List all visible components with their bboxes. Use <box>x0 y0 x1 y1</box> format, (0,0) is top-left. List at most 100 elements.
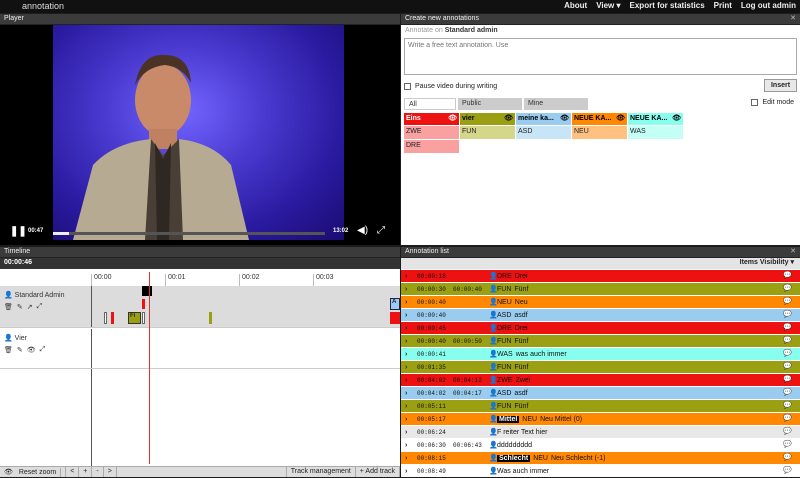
expand-icon[interactable]: › <box>405 299 417 306</box>
comment-icon[interactable]: 💬 <box>783 284 792 292</box>
annotation-mark[interactable] <box>142 286 152 296</box>
expand-icon[interactable]: › <box>405 403 417 410</box>
tab-public[interactable]: Public <box>458 98 522 110</box>
menu-export[interactable]: Export for statistics <box>630 1 705 10</box>
delete-icon[interactable]: 🗑 <box>4 346 13 354</box>
comment-icon[interactable]: 💬 <box>783 336 792 344</box>
annotation-row[interactable]: › 00:01:35 👤 FUN Fünf 💬 <box>401 361 800 373</box>
annotation-row[interactable]: › 00:00:40 👤 ASD asdf 💬 <box>401 309 800 321</box>
label-button[interactable]: ZWE <box>404 126 459 139</box>
comment-icon[interactable]: 💬 <box>783 271 792 279</box>
comment-icon[interactable]: 💬 <box>783 414 792 422</box>
seek-bar[interactable] <box>53 232 325 235</box>
tab-all[interactable]: All <box>404 98 456 110</box>
expand-icon[interactable]: › <box>405 377 417 384</box>
comment-icon[interactable]: 💬 <box>783 310 792 318</box>
expand-icon[interactable]: › <box>405 273 417 280</box>
label-button[interactable]: FUN <box>460 126 515 139</box>
fullscreen-icon[interactable]: ⤢ <box>377 225 385 236</box>
edit-icon[interactable]: ✎ <box>17 346 23 354</box>
annotation-row[interactable]: › 00:04:02 00:04:17 👤 ASD asdf 💬 <box>401 387 800 399</box>
annotation-row[interactable]: › 00:00:41 👤 WAS was auch immer 💬 <box>401 348 800 360</box>
expand-icon[interactable]: › <box>405 416 417 423</box>
annotation-mark[interactable] <box>111 312 114 324</box>
playhead[interactable] <box>149 272 150 464</box>
annotation-row[interactable]: › 00:00:45 👤 DRE Drei 💬 <box>401 322 800 334</box>
expand-icon[interactable]: › <box>405 364 417 371</box>
eye-icon[interactable]: 👁 <box>672 114 681 122</box>
close-icon[interactable]: ✕ <box>790 14 796 22</box>
video-player[interactable]: ❚❚ 00:47 13:02 ◀) ⤢ <box>0 25 400 245</box>
label-button[interactable]: NEU <box>572 126 627 139</box>
annotation-row[interactable]: › 00:00:18 👤 DRE Drei 💬 <box>401 270 800 282</box>
comment-icon[interactable]: 💬 <box>783 375 792 383</box>
annotation-mark[interactable] <box>209 312 212 324</box>
expand-icon[interactable]: › <box>405 442 417 449</box>
track-lane[interactable] <box>91 329 400 368</box>
expand-icon[interactable]: › <box>405 455 417 462</box>
comment-icon[interactable]: 💬 <box>783 453 792 461</box>
menu-logout[interactable]: Log out admin <box>741 1 796 10</box>
category-header[interactable]: Eins 👁 <box>404 113 459 125</box>
annotation-mark[interactable] <box>104 312 107 324</box>
category-header[interactable]: vier 👁 <box>460 113 515 125</box>
comment-icon[interactable]: 💬 <box>783 440 792 448</box>
comment-icon[interactable]: 💬 <box>783 401 792 409</box>
volume-icon[interactable]: ◀) <box>357 225 368 236</box>
pause-checkbox[interactable] <box>404 83 411 90</box>
annotation-row[interactable]: › 00:00:30 00:00:40 👤 FUN Fünf 💬 <box>401 283 800 295</box>
menu-print[interactable]: Print <box>714 1 732 10</box>
prev-button[interactable]: < <box>66 467 80 477</box>
annotate-on-value[interactable]: Standard admin <box>445 27 498 34</box>
edit-icon[interactable]: ✎ <box>17 303 23 311</box>
eye-icon[interactable]: 👁 <box>560 114 569 122</box>
category-header[interactable]: NEUE KA... 👁 <box>628 113 683 125</box>
comment-icon[interactable]: 💬 <box>783 323 792 331</box>
expand-icon[interactable]: › <box>405 286 417 293</box>
close-icon[interactable]: ✕ <box>790 247 796 255</box>
label-button[interactable]: ASD <box>516 126 571 139</box>
annotation-mark[interactable]: A <box>390 298 400 310</box>
comment-icon[interactable]: 💬 <box>783 466 792 474</box>
annotation-mark[interactable] <box>142 299 145 309</box>
menu-view[interactable]: View ▾ <box>596 1 620 10</box>
expand-icon[interactable]: › <box>405 429 417 436</box>
expand-icon[interactable]: › <box>405 351 417 358</box>
annotation-row[interactable]: › 00:06:24 👤 F reiter Text hier 💬 <box>401 426 800 438</box>
annotation-row[interactable]: › 00:08:15 👤 Schlecht NEU Neu Schlecht (-1) 💬 <box>401 452 800 464</box>
comment-icon[interactable]: 💬 <box>783 362 792 370</box>
share-icon[interactable]: ↗ <box>27 303 33 311</box>
track-lane[interactable]: Fi A <box>91 286 400 327</box>
annotation-mark[interactable]: Fi <box>128 312 141 324</box>
track-standard-admin[interactable]: 👤 Standard Admin 🗑 ✎ ↗ ⤢ Fi A <box>0 286 400 328</box>
eye-icon[interactable]: 👁 <box>448 114 457 122</box>
annotation-mark[interactable] <box>142 312 145 324</box>
items-visibility[interactable]: Items Visibility ▾ <box>401 258 800 269</box>
annotation-row[interactable]: › 00:06:30 00:06:43 👤 ddddddddd 💬 <box>401 439 800 451</box>
track-management-button[interactable]: Track management <box>287 467 356 477</box>
insert-button[interactable]: Insert <box>764 79 797 92</box>
annotation-row[interactable]: › 00:05:17 👤 Mittel NEU Neu Mittel (0) 💬 <box>401 413 800 425</box>
eye-icon[interactable]: 👁 <box>504 114 513 122</box>
label-button[interactable]: DRE <box>404 140 459 153</box>
resize-icon[interactable]: ⤢ <box>37 303 43 311</box>
expand-icon[interactable]: › <box>405 390 417 397</box>
annotation-input[interactable] <box>404 38 797 75</box>
annotation-mark[interactable] <box>390 312 400 324</box>
resize-icon[interactable]: ⤢ <box>40 346 46 354</box>
comment-icon[interactable]: 💬 <box>783 388 792 396</box>
video-frame[interactable] <box>53 25 344 240</box>
menu-about[interactable]: About <box>564 1 587 10</box>
label-button[interactable]: WAS <box>628 126 683 139</box>
zoom-in-button[interactable]: + <box>79 467 93 477</box>
annotation-row[interactable]: › 00:08:49 👤 Was auch immer 💬 <box>401 465 800 477</box>
expand-icon[interactable]: › <box>405 325 417 332</box>
expand-icon[interactable]: › <box>405 468 417 475</box>
annotation-row[interactable]: › 00:04:02 00:04:12 👤 ZWE Zwei 💬 <box>401 374 800 386</box>
category-header[interactable]: NEUE KA... 👁 <box>572 113 627 125</box>
tab-mine[interactable]: Mine <box>524 98 588 110</box>
track-vier[interactable]: 👤 Vier 🗑 ✎ 👁 ⤢ <box>0 329 400 369</box>
edit-mode-checkbox[interactable] <box>751 99 759 106</box>
annotation-row[interactable]: › 00:00:40 👤 NEU Neu 💬 <box>401 296 800 308</box>
comment-icon[interactable]: 💬 <box>783 349 792 357</box>
